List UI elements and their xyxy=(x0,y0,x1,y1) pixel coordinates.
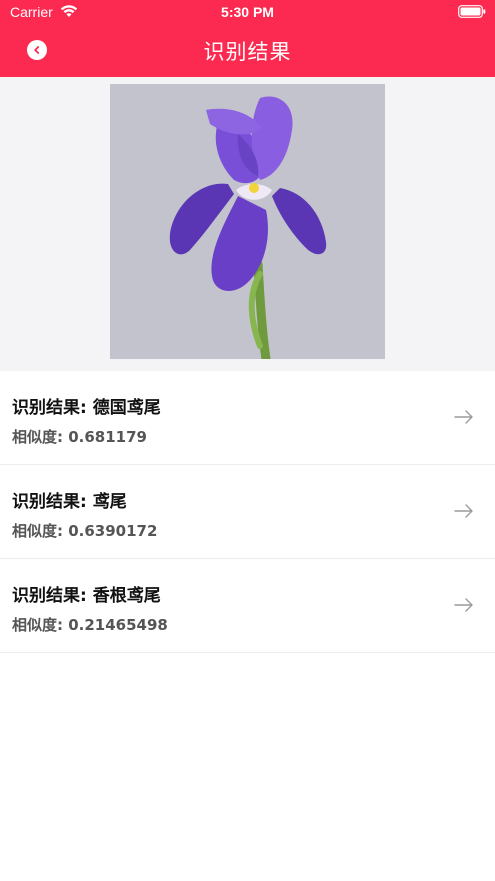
header-bar: Carrier 5:30 PM 识别结果 xyxy=(0,0,495,77)
result-score: 相似度: 0.681179 xyxy=(12,428,147,446)
result-name: 识别结果: 鸢尾 xyxy=(12,492,127,512)
result-name: 识别结果: 德国鸢尾 xyxy=(12,398,161,418)
photo-area xyxy=(0,77,495,371)
result-item[interactable]: 识别结果: 香根鸢尾 相似度: 0.21465498 xyxy=(0,559,495,653)
battery-icon xyxy=(458,5,486,18)
result-score: 相似度: 0.6390172 xyxy=(12,522,158,540)
result-name: 识别结果: 香根鸢尾 xyxy=(12,586,161,606)
result-item[interactable]: 识别结果: 鸢尾 相似度: 0.6390172 xyxy=(0,465,495,559)
arrow-right-icon[interactable] xyxy=(453,409,475,425)
clock-time: 5:30 PM xyxy=(221,4,274,20)
result-list: 识别结果: 德国鸢尾 相似度: 0.681179 识别结果: 鸢尾 相似度: 0… xyxy=(0,371,495,653)
arrow-right-icon[interactable] xyxy=(453,503,475,519)
result-score: 相似度: 0.21465498 xyxy=(12,616,168,634)
page-title: 识别结果 xyxy=(203,40,292,64)
flower-photo xyxy=(110,84,385,359)
result-item[interactable]: 识别结果: 德国鸢尾 相似度: 0.681179 xyxy=(0,371,495,465)
status-bar: Carrier 5:30 PM xyxy=(0,0,495,26)
arrow-right-icon[interactable] xyxy=(453,597,475,613)
